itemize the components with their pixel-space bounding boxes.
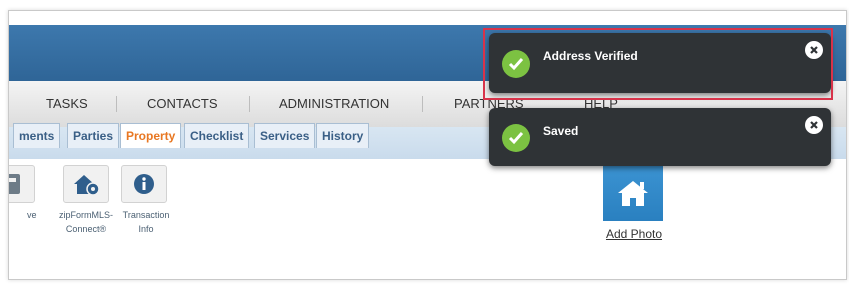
check-icon bbox=[502, 124, 530, 152]
nav-administration[interactable]: ADMINISTRATION bbox=[279, 81, 389, 127]
tab-documents[interactable]: ments bbox=[13, 123, 61, 148]
tile-label: Transaction bbox=[122, 210, 170, 220]
tile-label: zipFormMLS- bbox=[58, 210, 113, 220]
highlight-box bbox=[483, 28, 833, 100]
transaction-info-tile[interactable] bbox=[121, 165, 167, 203]
nav-divider bbox=[422, 96, 423, 112]
document-tile[interactable] bbox=[9, 165, 35, 203]
tile-label: Connect® bbox=[65, 224, 107, 234]
tab-parties[interactable]: Parties bbox=[67, 123, 120, 148]
tab-history[interactable]: History bbox=[316, 123, 370, 148]
add-photo-link[interactable]: Add Photo bbox=[597, 227, 671, 241]
house-gear-icon bbox=[74, 175, 100, 196]
nav-divider bbox=[116, 96, 117, 112]
tile-label: ve bbox=[27, 210, 37, 220]
document-icon bbox=[9, 174, 20, 194]
tab-property[interactable]: Property bbox=[120, 123, 182, 148]
nav-contacts[interactable]: CONTACTS bbox=[147, 81, 218, 127]
info-icon bbox=[134, 174, 154, 194]
tile-label: Info bbox=[138, 224, 154, 234]
tab-services[interactable]: Services bbox=[254, 123, 316, 148]
close-icon[interactable] bbox=[805, 116, 823, 134]
zipform-connect-tile[interactable] bbox=[63, 165, 109, 203]
add-photo-tile[interactable] bbox=[603, 165, 663, 221]
house-icon bbox=[618, 181, 648, 206]
tab-checklist[interactable]: Checklist bbox=[184, 123, 250, 148]
toast-saved: Saved bbox=[489, 108, 831, 166]
nav-tasks[interactable]: TASKS bbox=[46, 81, 88, 127]
nav-divider bbox=[249, 96, 250, 112]
toast-message: Saved bbox=[543, 124, 579, 138]
